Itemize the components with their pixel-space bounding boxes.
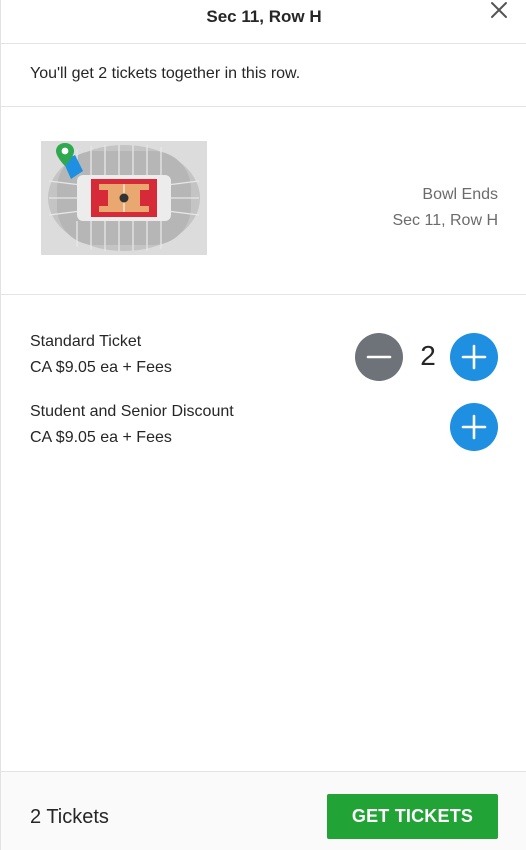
seat-area: Bowl Ends: [422, 186, 498, 203]
panel-footer: 2 Tickets GET TICKETS: [1, 771, 526, 850]
ticket-price: CA $9.05 ea + Fees: [30, 429, 172, 446]
get-tickets-button[interactable]: GET TICKETS: [327, 794, 498, 839]
seat-location: Sec 11, Row H: [392, 212, 498, 229]
panel-title: Sec 11, Row H: [206, 7, 322, 26]
ticket-name: Student and Senior Discount: [30, 403, 234, 420]
decrease-quantity-button[interactable]: [355, 333, 403, 381]
close-icon: [491, 2, 507, 18]
close-button[interactable]: [487, 0, 511, 24]
venue-map-icon: [41, 141, 207, 255]
seating-notice: You'll get 2 tickets together in this ro…: [1, 44, 526, 107]
seating-notice-text: You'll get 2 tickets together in this ro…: [30, 65, 301, 82]
seat-info: Bowl Ends Sec 11, Row H: [392, 182, 498, 234]
ticket-row-standard: Standard Ticket CA $9.05 ea + Fees 2: [1, 333, 526, 393]
plus-icon: [461, 414, 487, 440]
ticket-name: Standard Ticket: [30, 333, 142, 350]
venue-map: [41, 141, 207, 255]
panel-header: Sec 11, Row H: [1, 0, 526, 44]
ticket-count: 2 Tickets: [30, 806, 109, 828]
ticket-selection-panel: Sec 11, Row H You'll get 2 tickets toget…: [0, 0, 526, 850]
ticket-price: CA $9.05 ea + Fees: [30, 359, 172, 376]
increase-quantity-button[interactable]: [450, 333, 498, 381]
ticket-quantity: 2: [420, 340, 436, 371]
plus-icon: [461, 344, 487, 370]
seat-section: Bowl Ends Sec 11, Row H: [1, 107, 526, 295]
ticket-row-discount: Student and Senior Discount CA $9.05 ea …: [1, 403, 526, 463]
increase-quantity-button[interactable]: [450, 403, 498, 451]
minus-icon: [366, 355, 392, 359]
